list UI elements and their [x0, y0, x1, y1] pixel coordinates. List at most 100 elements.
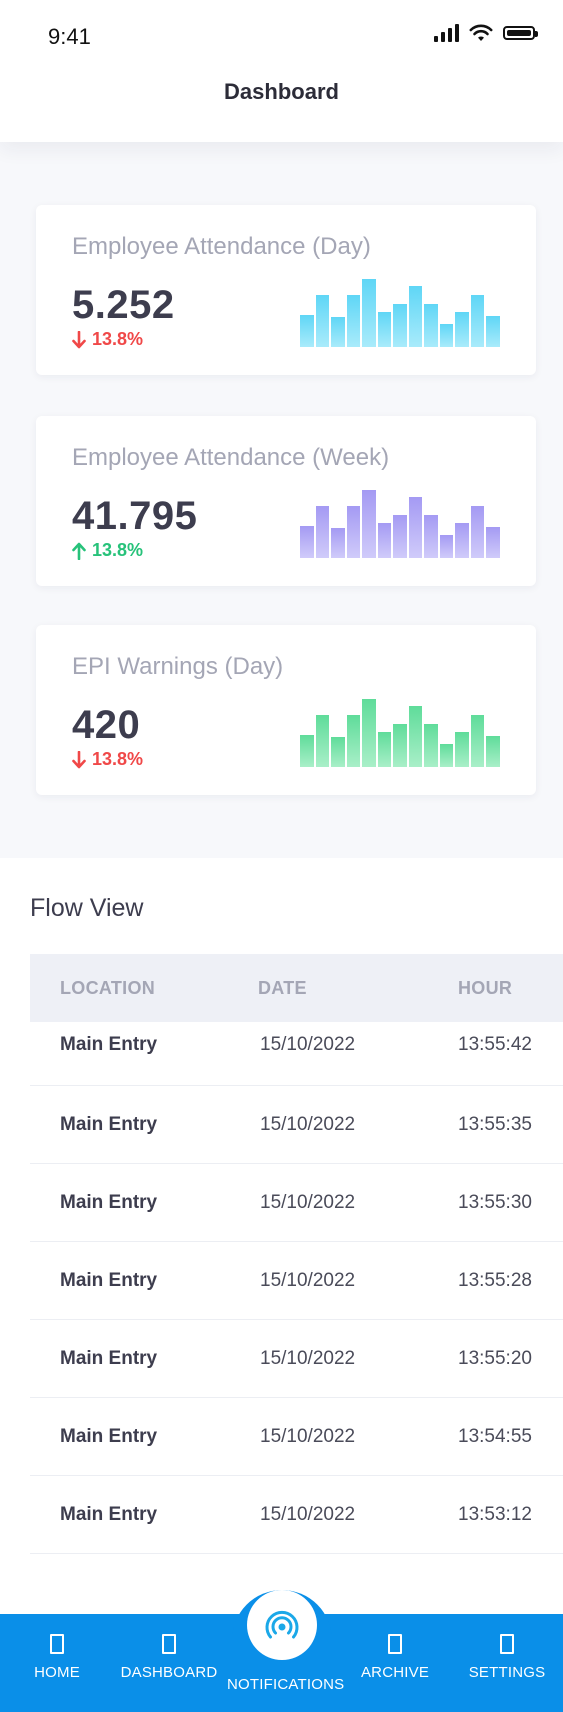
card-value: 5.252 [72, 283, 175, 327]
chart-bar [346, 715, 361, 767]
chart-bar [377, 523, 392, 558]
chart-bar [300, 315, 314, 347]
cell-date: 15/10/2022 [260, 1034, 356, 1055]
chart-bar [331, 737, 345, 767]
card-delta-text: 13.8% [92, 749, 144, 769]
cell-hour: 13:55:35 [458, 1114, 532, 1135]
chart-bar [486, 316, 500, 347]
nav-label: ARCHIVE [360, 1664, 430, 1681]
mini-bar-chart [300, 486, 500, 558]
table-row[interactable]: Main Entry 15/10/2022 13:55:42 [30, 1022, 563, 1086]
cell-hour: 13:55:30 [458, 1192, 532, 1213]
nav-item-archive[interactable]: ARCHIVE [340, 1634, 450, 1682]
table-row[interactable]: Main Entry 15/10/2022 13:53:12 [30, 1476, 563, 1554]
wifi-icon [469, 24, 493, 41]
chart-bar [393, 304, 407, 347]
chart-bar [393, 515, 407, 558]
chart-bar [315, 506, 330, 558]
chart-bar [408, 706, 423, 767]
chart-bar [439, 744, 454, 767]
table-row[interactable]: Main Entry 15/10/2022 13:54:55 [30, 1398, 563, 1476]
column-header-date[interactable]: DATE [258, 978, 307, 999]
chart-bar [331, 317, 345, 347]
nav-item-notifications[interactable]: NOTIFICATIONS [227, 1676, 344, 1694]
notifications-center-button[interactable] [247, 1590, 317, 1660]
cell-date: 15/10/2022 [260, 1114, 356, 1135]
chart-bar [362, 279, 376, 347]
chart-bar [424, 304, 438, 347]
dashboard-icon [162, 1634, 176, 1654]
chart-bar [346, 295, 361, 347]
chart-bar [377, 312, 392, 347]
chart-bar [424, 724, 438, 767]
card-delta-text: 13.8% [92, 540, 144, 560]
card-title: Employee Attendance (Week) [72, 444, 390, 471]
chart-bar [455, 312, 469, 347]
nav-label: NOTIFICATIONS [227, 1676, 345, 1693]
cell-hour: 13:54:55 [458, 1426, 532, 1447]
table-body: Main Entry 15/10/2022 13:55:42 Main Entr… [30, 1022, 563, 1554]
table-row[interactable]: Main Entry 15/10/2022 13:55:28 [30, 1242, 563, 1320]
top-bar: 9:41 Dashboard [0, 0, 563, 142]
card-delta: 13.8% [72, 749, 143, 770]
kpi-card-attendance-week[interactable]: Employee Attendance (Week) 41.795 13.8% [36, 416, 536, 586]
card-delta-text: 13.8% [92, 329, 144, 349]
chart-bar [331, 528, 345, 558]
arrow-up-icon [72, 542, 86, 560]
card-delta: 13.8% [72, 540, 143, 561]
card-delta: 13.8% [72, 329, 143, 350]
table-row[interactable]: Main Entry 15/10/2022 13:55:20 [30, 1320, 563, 1398]
chart-bar [455, 732, 469, 767]
chart-bar [470, 506, 485, 558]
kpi-card-attendance-day[interactable]: Employee Attendance (Day) 5.252 13.8% [36, 205, 536, 375]
chart-bar [439, 324, 454, 347]
home-icon [50, 1634, 64, 1654]
cell-location: Main Entry [60, 1114, 158, 1135]
status-icons [434, 24, 538, 42]
cell-hour: 13:53:12 [458, 1504, 532, 1525]
cell-location: Main Entry [60, 1034, 158, 1055]
status-time: 9:41 [48, 24, 91, 49]
nav-item-dashboard[interactable]: DASHBOARD [114, 1634, 224, 1682]
table-row[interactable]: Main Entry 15/10/2022 13:55:35 [30, 1086, 563, 1164]
chart-bar [300, 735, 314, 767]
chart-bar [424, 515, 438, 558]
table-row[interactable]: Main Entry 15/10/2022 13:55:30 [30, 1164, 563, 1242]
settings-icon [500, 1634, 514, 1654]
chart-bar [300, 526, 314, 558]
card-value: 41.795 [72, 494, 198, 538]
flow-view-section: Flow View LOCATION DATE HOUR Main Entry … [0, 858, 563, 1618]
chart-bar [455, 523, 469, 558]
nav-item-home[interactable]: HOME [2, 1634, 112, 1682]
chart-bar [393, 724, 407, 767]
screen: 9:41 Dashboard Employee Attendance (Day)… [0, 0, 563, 1712]
chart-bar [315, 295, 330, 347]
cell-hour: 13:55:28 [458, 1270, 532, 1291]
kpi-card-epi-warnings[interactable]: EPI Warnings (Day) 420 13.8% [36, 625, 536, 795]
nav-item-settings[interactable]: SETTINGS [452, 1634, 562, 1682]
cell-date: 15/10/2022 [260, 1192, 356, 1213]
bottom-navigation: HOME DASHBOARD NOTIFICATIONS ARCHIVE SET… [0, 1590, 563, 1712]
nav-label: SETTINGS [468, 1664, 546, 1681]
nav-label: HOME [34, 1664, 80, 1681]
chart-bar [486, 736, 500, 767]
table-header: LOCATION DATE HOUR [30, 954, 563, 1022]
section-title: Flow View [30, 894, 144, 922]
signal-icon [434, 24, 459, 42]
chart-bar [362, 699, 376, 767]
cell-location: Main Entry [60, 1426, 158, 1447]
chart-bar [346, 506, 361, 558]
column-header-location[interactable]: LOCATION [60, 978, 155, 999]
chart-bar [315, 715, 330, 767]
cell-date: 15/10/2022 [260, 1270, 356, 1291]
chart-bar [470, 715, 485, 767]
cell-date: 15/10/2022 [260, 1504, 356, 1525]
chart-bar [439, 535, 454, 558]
column-header-hour[interactable]: HOUR [458, 978, 512, 999]
cell-hour: 13:55:42 [458, 1034, 532, 1055]
chart-bar [377, 732, 392, 767]
cell-location: Main Entry [60, 1192, 158, 1213]
archive-icon [388, 1634, 402, 1654]
cell-location: Main Entry [60, 1348, 158, 1369]
card-title: Employee Attendance (Day) [72, 233, 371, 260]
